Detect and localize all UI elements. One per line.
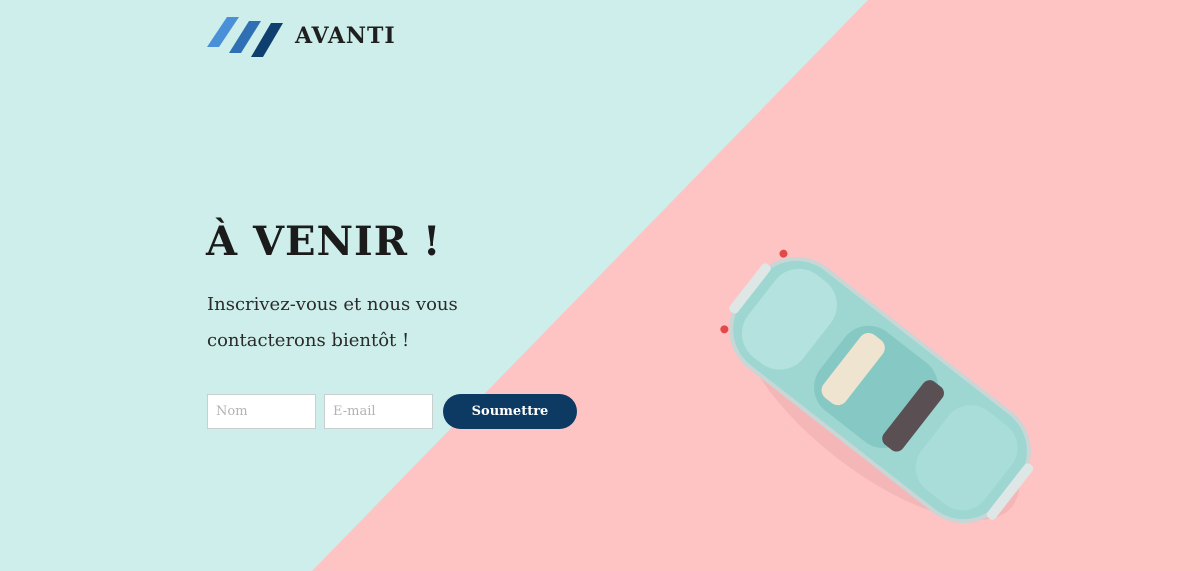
toy-car-image xyxy=(720,249,1034,524)
logo-stripes-icon xyxy=(207,17,283,57)
submit-button[interactable]: Soumettre xyxy=(443,394,577,429)
brand-logo[interactable]: AVANTI xyxy=(207,12,396,60)
email-field[interactable] xyxy=(324,394,433,429)
page-subtitle: Inscrivez-vous et nous vous contacterons… xyxy=(207,294,458,351)
brand-name: AVANTI xyxy=(295,23,396,49)
name-field[interactable] xyxy=(207,394,316,429)
page-headline: À VENIR ! xyxy=(206,218,442,265)
signup-form: Soumettre xyxy=(207,394,577,429)
